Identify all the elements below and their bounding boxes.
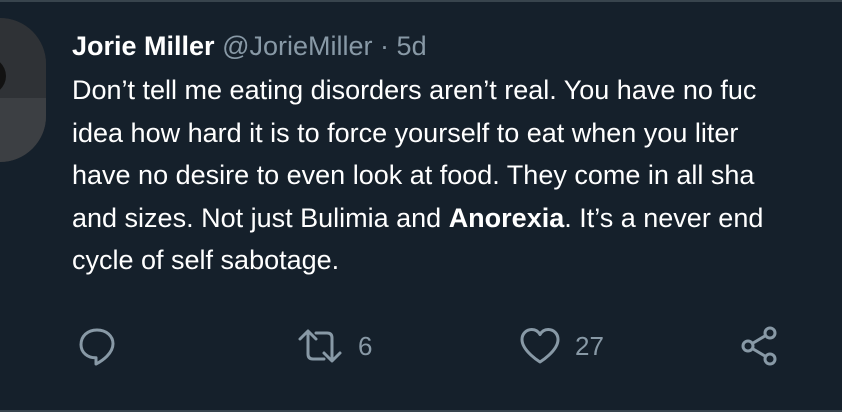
like-button[interactable]: 27	[519, 324, 604, 368]
tweet-header: Jorie Miller @JorieMiller · 5d	[72, 26, 427, 66]
tweet-text-line: Don’t tell me eating disorders aren’t re…	[72, 75, 757, 105]
tweet-text-line: and sizes. Not just Bulimia and Anorexia…	[72, 197, 842, 240]
share-icon	[738, 325, 780, 367]
tweet-text-line: cycle of self sabotage.	[72, 245, 340, 275]
reply-icon	[77, 326, 117, 366]
tweet-text-segment: . It’s a never end	[564, 202, 764, 233]
separator-dot: ·	[380, 31, 390, 61]
share-button[interactable]	[738, 324, 780, 368]
tweet-text-line: idea how hard it is to force yourself to…	[72, 117, 739, 148]
tweet-card[interactable]: Jorie Miller @JorieMiller · 5d Don’t tel…	[0, 0, 842, 412]
top-divider	[0, 0, 842, 2]
avatar[interactable]	[0, 18, 46, 162]
heart-icon	[519, 326, 561, 366]
timestamp[interactable]: 5d	[397, 31, 427, 61]
retweet-button[interactable]: 6	[296, 324, 372, 368]
user-handle[interactable]: @JorieMiller	[222, 31, 372, 61]
display-name[interactable]: Jorie Miller	[72, 31, 215, 61]
retweet-count: 6	[358, 330, 373, 361]
retweet-icon	[296, 326, 344, 366]
tweet-text-segment: and sizes. Not just Bulimia and	[72, 202, 449, 233]
tweet-text-line: have no desire to even look at food. The…	[72, 160, 755, 190]
reply-button[interactable]	[77, 324, 117, 368]
like-count: 27	[575, 330, 604, 361]
tweet-text: Don’t tell me eating disorders aren’t re…	[72, 69, 842, 282]
bold-keyword: Anorexia	[448, 202, 565, 233]
